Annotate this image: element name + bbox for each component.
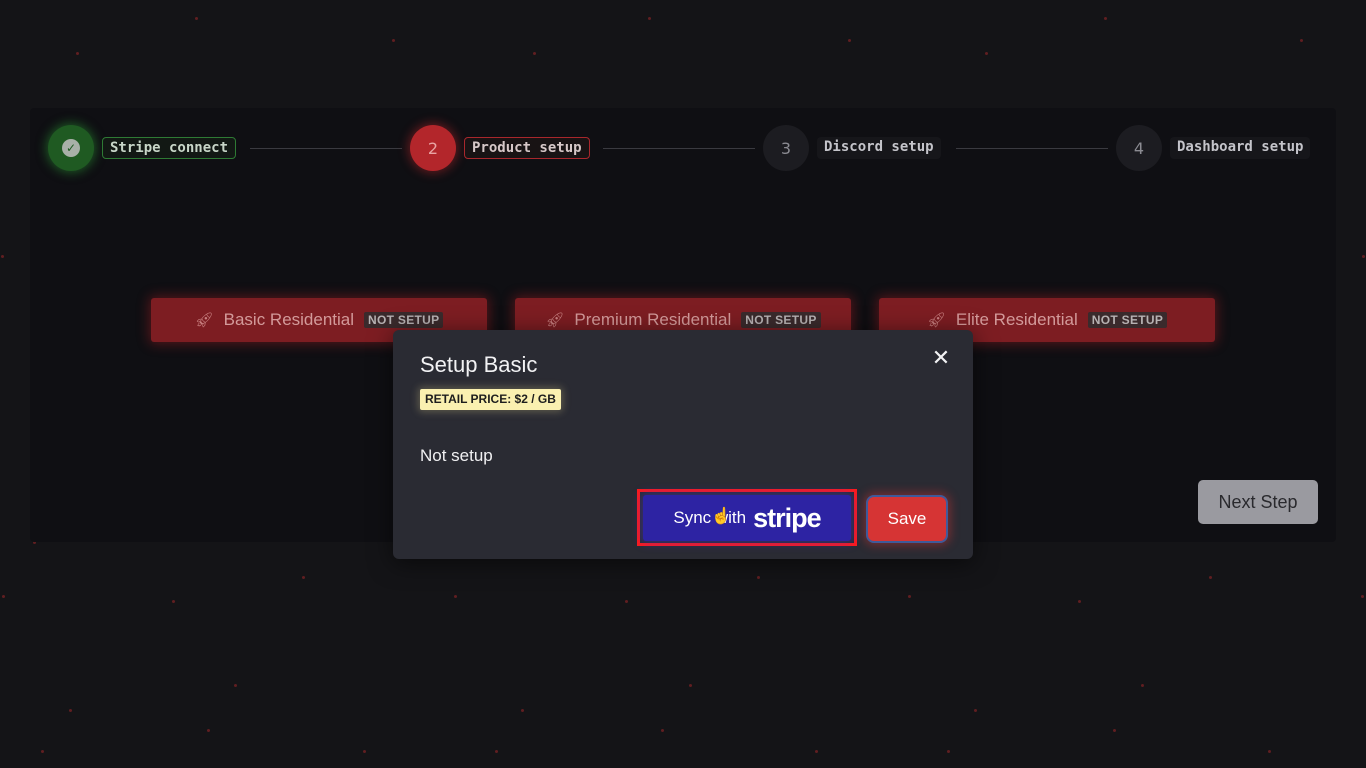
step-1-label: Stripe connect (102, 137, 237, 159)
rocket-icon: 🚀︎ (545, 312, 565, 329)
step-2-label: Product setup (464, 137, 590, 159)
step-3-label: Discord setup (817, 137, 941, 159)
setup-status-text: Not setup (420, 446, 493, 465)
status-badge: NOT SETUP (364, 312, 444, 328)
sync-with-stripe-button[interactable]: Sync with stripe (643, 495, 851, 541)
setup-stepper: ✓ Stripe connect 2 Product setup 3 Disco… (48, 125, 1318, 171)
step-connector (956, 148, 1108, 149)
close-icon[interactable]: ✕ (929, 346, 953, 370)
rocket-icon: 🚀︎ (926, 312, 946, 329)
step-4-indicator: 4 (1116, 125, 1162, 171)
retail-price-tag: RETAIL PRICE: $2 / GB (420, 389, 561, 410)
step-connector (250, 148, 402, 149)
hand-cursor-icon: ☝ (711, 508, 731, 525)
product-name: Basic Residential (223, 310, 355, 329)
rocket-icon: 🚀︎ (194, 312, 214, 329)
stripe-logo: stripe (753, 502, 822, 533)
next-step-button[interactable]: Next Step (1198, 480, 1318, 524)
step-2-indicator: 2 (410, 125, 456, 171)
product-name: Premium Residential (574, 310, 732, 329)
modal-title: Setup Basic (420, 352, 538, 377)
status-badge: NOT SETUP (741, 312, 821, 328)
step-3-indicator: 3 (763, 125, 809, 171)
check-icon: ✓ (62, 139, 80, 157)
step-4-label: Dashboard setup (1170, 137, 1311, 159)
sync-button-text: Sync with (673, 508, 747, 527)
save-button[interactable]: Save (866, 495, 948, 543)
status-badge: NOT SETUP (1087, 312, 1168, 328)
step-connector (603, 148, 755, 149)
product-name: Elite Residential (955, 310, 1078, 329)
step-1-indicator: ✓ (48, 125, 94, 171)
